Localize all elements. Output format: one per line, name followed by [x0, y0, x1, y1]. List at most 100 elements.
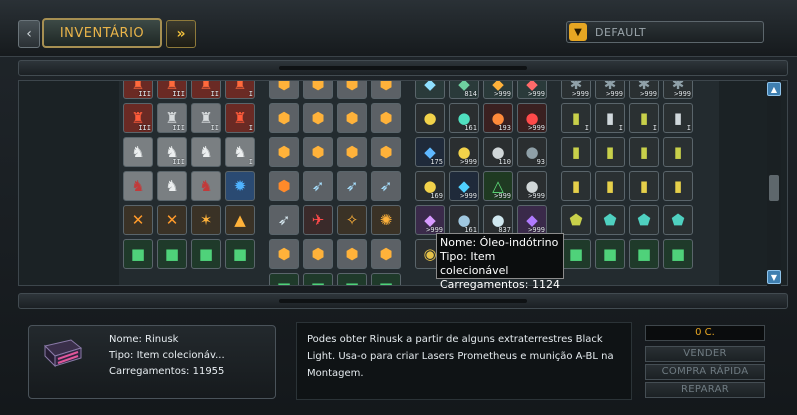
inventory-slot[interactable]: ◆ >999: [517, 205, 547, 235]
inventory-slot[interactable]: ⬟: [561, 205, 591, 235]
inventory-slot[interactable]: ♞: [191, 171, 221, 201]
inventory-slot[interactable]: ✈: [303, 205, 333, 235]
inventory-slot[interactable]: ■: [371, 273, 401, 285]
inventory-slot[interactable]: ♜ II: [191, 81, 221, 99]
inventory-slot[interactable]: ⬢: [371, 239, 401, 269]
inventory-slot[interactable]: ▮: [561, 137, 591, 167]
inventory-slot[interactable]: ● 93: [517, 137, 547, 167]
inventory-slot[interactable]: ■: [191, 239, 221, 269]
inventory-slot[interactable]: ⬢: [337, 103, 367, 133]
inventory-slot[interactable]: ♜ III: [123, 81, 153, 99]
inventory-slot[interactable]: ■: [629, 239, 659, 269]
inventory-slot[interactable]: ◆ >999: [449, 171, 479, 201]
inventory-slot[interactable]: ⬟: [595, 205, 625, 235]
inventory-slot[interactable]: ⬢: [269, 81, 299, 99]
inventory-slot[interactable]: ⬢: [269, 137, 299, 167]
inventory-slot[interactable]: ⬢: [371, 103, 401, 133]
inventory-slot[interactable]: ⬢: [337, 81, 367, 99]
inventory-slot[interactable]: ⬢: [303, 239, 333, 269]
inventory-slot[interactable]: ▮: [629, 137, 659, 167]
inventory-slot[interactable]: ▮: [595, 137, 625, 167]
inventory-slot[interactable]: ● 169: [415, 171, 445, 201]
inventory-slot[interactable]: ● 837: [483, 205, 513, 235]
inventory-slot[interactable]: ▮: [663, 171, 693, 201]
inventory-slot[interactable]: ▮ I: [595, 103, 625, 133]
inventory-slot[interactable]: ✕: [157, 205, 187, 235]
scroll-down-button[interactable]: ▼: [767, 270, 781, 284]
inventory-slot[interactable]: ■: [303, 273, 333, 285]
inventory-slot[interactable]: ✱ >999: [663, 81, 693, 99]
inventory-slot[interactable]: ■: [269, 273, 299, 285]
inventory-slot[interactable]: △ >999: [483, 171, 513, 201]
inventory-scrollbar[interactable]: ▲ ▼: [767, 80, 781, 286]
inventory-slot[interactable]: ⬟: [663, 205, 693, 235]
inventory-slot[interactable]: ● 161: [449, 205, 479, 235]
sell-button[interactable]: VENDER: [645, 346, 765, 362]
inventory-slot[interactable]: ✱ >999: [595, 81, 625, 99]
inventory-slot[interactable]: ♞: [123, 171, 153, 201]
inventory-slot[interactable]: ▮: [595, 171, 625, 201]
scroll-thumb[interactable]: [769, 175, 779, 201]
inventory-slot[interactable]: ■: [337, 273, 367, 285]
inventory-slot[interactable]: ♜ I: [225, 103, 255, 133]
inventory-slot[interactable]: ✧: [337, 205, 367, 235]
inventory-slot[interactable]: ✺: [371, 205, 401, 235]
quick-buy-button[interactable]: COMPRA RÁPIDA: [645, 364, 765, 380]
inventory-slot[interactable]: ♞: [191, 137, 221, 167]
inventory-slot[interactable]: ♞ I: [225, 137, 255, 167]
inventory-slot[interactable]: ⬢: [269, 239, 299, 269]
filter-dropdown[interactable]: ▼ DEFAULT: [566, 21, 764, 43]
inventory-slot[interactable]: ◆ >999: [517, 81, 547, 99]
inventory-slot[interactable]: ♜ III: [157, 103, 187, 133]
inventory-slot[interactable]: ➶: [337, 171, 367, 201]
inventory-slot[interactable]: ◆ >999: [483, 81, 513, 99]
inventory-slot[interactable]: ⬢: [303, 81, 333, 99]
inventory-slot[interactable]: ⬢: [337, 239, 367, 269]
inventory-slot[interactable]: ✱ >999: [561, 81, 591, 99]
inventory-slot[interactable]: ◆: [415, 81, 445, 99]
tab-inventory[interactable]: INVENTÁRIO: [42, 18, 162, 48]
scroll-up-button[interactable]: ▲: [767, 82, 781, 96]
inventory-slot[interactable]: ●: [415, 103, 445, 133]
inventory-slot[interactable]: ♜ I: [225, 81, 255, 99]
inventory-slot[interactable]: ♞: [123, 137, 153, 167]
next-section-button[interactable]: »: [166, 20, 196, 48]
inventory-slot[interactable]: ♜ III: [157, 81, 187, 99]
inventory-slot[interactable]: ✱ >999: [629, 81, 659, 99]
inventory-slot[interactable]: ⬢: [337, 137, 367, 167]
repair-button[interactable]: REPARAR: [645, 382, 765, 398]
inventory-slot[interactable]: ● 161: [449, 103, 479, 133]
inventory-slot[interactable]: ◆ 175: [415, 137, 445, 167]
inventory-slot[interactable]: ● >999: [449, 137, 479, 167]
inventory-slot[interactable]: ■: [561, 239, 591, 269]
inventory-slot[interactable]: ♜ II: [191, 103, 221, 133]
inventory-slot[interactable]: ⬢: [303, 137, 333, 167]
inventory-slot[interactable]: ■: [225, 239, 255, 269]
inventory-slot[interactable]: ■: [123, 239, 153, 269]
inventory-slot[interactable]: ▮: [561, 171, 591, 201]
inventory-slot[interactable]: ♞: [157, 171, 187, 201]
inventory-slot[interactable]: ● 193: [483, 103, 513, 133]
inventory-slot[interactable]: ⬟: [629, 205, 659, 235]
inventory-slot[interactable]: ● >999: [517, 103, 547, 133]
inventory-slot[interactable]: ✶: [191, 205, 221, 235]
inventory-slot[interactable]: ⬢: [269, 171, 299, 201]
inventory-slot[interactable]: ⬢: [371, 137, 401, 167]
inventory-slot[interactable]: ♜ III: [123, 103, 153, 133]
inventory-slot[interactable]: ■: [663, 239, 693, 269]
inventory-slot[interactable]: ✕: [123, 205, 153, 235]
inventory-slot[interactable]: ✹: [225, 171, 255, 201]
inventory-slot[interactable]: ■: [595, 239, 625, 269]
inventory-slot[interactable]: ◆ 814: [449, 81, 479, 99]
inventory-slot[interactable]: ⬢: [269, 103, 299, 133]
inventory-slot[interactable]: ➶: [303, 171, 333, 201]
inventory-slot[interactable]: ➶: [269, 205, 299, 235]
prev-section-button[interactable]: ‹: [18, 20, 40, 48]
inventory-slot[interactable]: ➶: [371, 171, 401, 201]
inventory-slot[interactable]: ■: [157, 239, 187, 269]
inventory-slot[interactable]: ▮: [663, 137, 693, 167]
inventory-slot[interactable]: ♞ III: [157, 137, 187, 167]
inventory-slot[interactable]: ▮ I: [629, 103, 659, 133]
inventory-slot[interactable]: ◆ >999: [415, 205, 445, 235]
inventory-slot[interactable]: ▮: [629, 171, 659, 201]
